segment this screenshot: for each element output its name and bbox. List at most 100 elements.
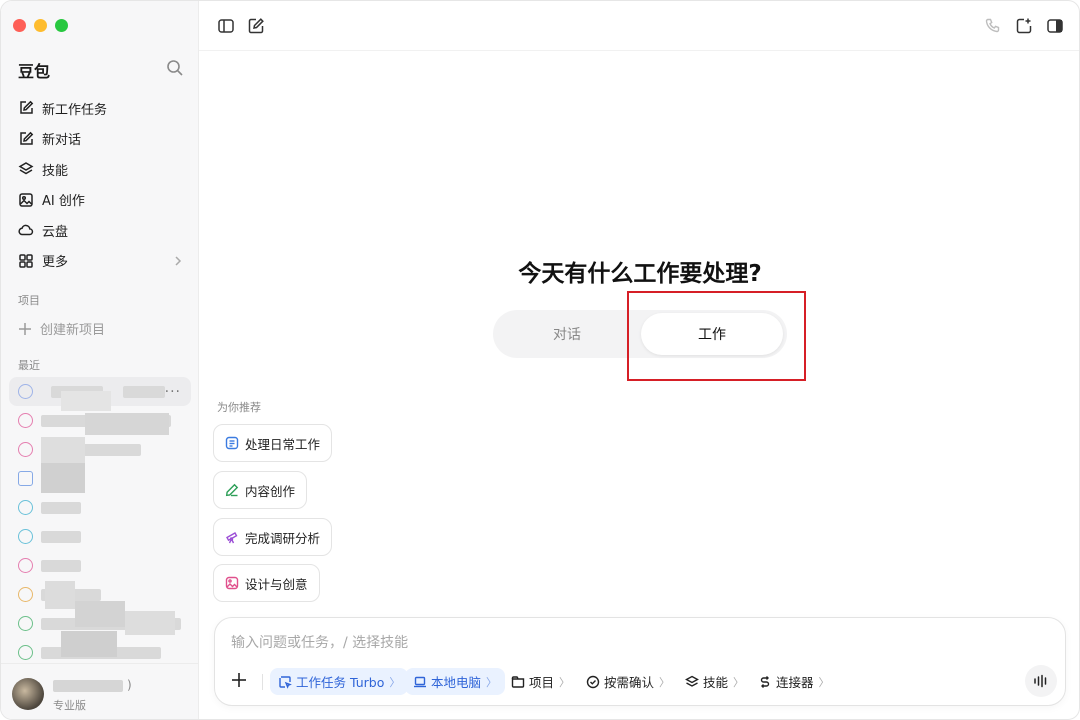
chat-icon bbox=[18, 645, 33, 660]
sidebar-item-more[interactable]: 更多 bbox=[9, 246, 191, 277]
redacted-title bbox=[123, 385, 165, 398]
redacted-title bbox=[41, 501, 81, 514]
grid-icon bbox=[19, 254, 33, 268]
new-chat-icon[interactable] bbox=[247, 17, 265, 35]
telescope-icon bbox=[226, 532, 238, 544]
waveform-icon bbox=[1034, 674, 1047, 688]
sidebar-item-label: 更多 bbox=[42, 255, 69, 271]
edit-icon bbox=[20, 131, 34, 145]
create-project-button[interactable]: 创建新项目 bbox=[18, 319, 105, 338]
right-panel-toggle-icon[interactable] bbox=[1046, 17, 1064, 35]
message-input[interactable] bbox=[231, 632, 1031, 654]
chat-icon bbox=[18, 442, 33, 457]
suggestion-daily-work[interactable]: 处理日常工作 bbox=[213, 424, 333, 462]
skills-button[interactable]: 技能 〉 bbox=[677, 668, 752, 695]
pill-label: 连接器 bbox=[776, 675, 814, 690]
list-item[interactable] bbox=[9, 464, 191, 493]
chat-icon bbox=[18, 529, 33, 544]
chevron-right-icon: 〉 bbox=[559, 675, 571, 689]
pen-icon bbox=[225, 483, 239, 497]
doc-icon bbox=[18, 471, 33, 486]
cloud-icon bbox=[18, 224, 34, 236]
sidebar-item-skills[interactable]: 技能 bbox=[9, 154, 191, 185]
check-circle-icon bbox=[586, 675, 600, 688]
chat-icon bbox=[18, 587, 33, 602]
suggestion-content-creation[interactable]: 内容创作 bbox=[213, 471, 308, 509]
chat-icon bbox=[18, 500, 33, 515]
avatar[interactable] bbox=[12, 678, 44, 710]
link-icon bbox=[760, 675, 770, 688]
new-window-icon[interactable] bbox=[1015, 17, 1033, 35]
suggestion-label: 完成调研分析 bbox=[245, 530, 321, 546]
sidebar-item-label: 新对话 bbox=[42, 133, 82, 149]
user-chevron: ) bbox=[127, 678, 132, 692]
work-task-turbo-button[interactable]: 工作任务 Turbo 〉 bbox=[270, 668, 409, 695]
annotation-highlight-box bbox=[627, 291, 806, 381]
laptop-icon bbox=[414, 676, 426, 687]
divider bbox=[262, 674, 263, 690]
maximize-window-button[interactable] bbox=[55, 19, 68, 32]
chevron-right-icon bbox=[175, 256, 182, 266]
edit-icon bbox=[20, 100, 34, 114]
redacted-title bbox=[41, 530, 81, 543]
redaction-mosaic bbox=[45, 581, 75, 609]
pill-label: 技能 bbox=[703, 675, 729, 690]
chat-icon bbox=[18, 384, 33, 399]
redaction-mosaic bbox=[75, 601, 125, 627]
suggestion-research[interactable]: 完成调研分析 bbox=[213, 518, 333, 556]
create-project-label: 创建新项目 bbox=[40, 323, 106, 338]
sidebar-item-label: AI 创作 bbox=[42, 194, 85, 210]
user-profile[interactable]: ) 专业版 bbox=[1, 663, 199, 719]
voice-input-button[interactable] bbox=[1025, 665, 1057, 697]
suggestion-label: 内容创作 bbox=[245, 483, 296, 499]
sidebar-toggle-icon[interactable] bbox=[217, 17, 235, 35]
plus-icon[interactable] bbox=[230, 671, 248, 689]
sidebar-item-label: 技能 bbox=[42, 163, 69, 179]
layers-icon bbox=[685, 675, 699, 687]
app-title: 豆包 bbox=[18, 62, 51, 81]
sidebar-item-cloud[interactable]: 云盘 bbox=[9, 215, 191, 246]
close-window-button[interactable] bbox=[13, 19, 26, 32]
sidebar-nav: 新工作任务 新对话 技能 AI 创作 云盘 更多 bbox=[9, 93, 191, 276]
app-window: 豆包 新工作任务 新对话 技能 AI 创作 云盘 更多 项目 创建新项目 最近 … bbox=[0, 0, 1080, 720]
confirm-on-demand-button[interactable]: 按需确认 〉 bbox=[578, 668, 678, 695]
topbar-divider bbox=[199, 50, 1079, 51]
more-options-icon[interactable]: ··· bbox=[165, 384, 181, 400]
tab-chat[interactable]: 对话 bbox=[493, 310, 641, 358]
list-item[interactable] bbox=[9, 493, 191, 522]
redaction-mosaic bbox=[85, 413, 169, 435]
phone-icon[interactable] bbox=[984, 17, 1002, 35]
suggestion-label: 处理日常工作 bbox=[245, 436, 321, 452]
sidebar-item-ai-create[interactable]: AI 创作 bbox=[9, 185, 191, 216]
suggestion-label: 设计与创意 bbox=[245, 576, 308, 592]
task-icon bbox=[279, 675, 292, 689]
page-title: 今天有什么工作要处理? bbox=[518, 261, 762, 287]
sidebar-item-new-chat[interactable]: 新对话 bbox=[9, 124, 191, 155]
chevron-right-icon: 〉 bbox=[818, 675, 830, 689]
redaction-mosaic bbox=[41, 463, 85, 493]
projects-section-label: 项目 bbox=[18, 294, 40, 307]
chat-icon bbox=[18, 616, 33, 631]
sidebar-item-label: 新工作任务 bbox=[42, 102, 108, 118]
folder-icon bbox=[511, 675, 525, 688]
picture-icon bbox=[225, 576, 239, 590]
list-item[interactable] bbox=[9, 551, 191, 580]
list-item[interactable] bbox=[9, 522, 191, 551]
doc-icon bbox=[225, 436, 239, 450]
chat-icon bbox=[18, 413, 33, 428]
list-item[interactable] bbox=[9, 435, 191, 464]
search-icon[interactable] bbox=[166, 59, 184, 77]
pill-label: 工作任务 Turbo bbox=[296, 675, 385, 690]
connectors-button[interactable]: 连接器 〉 bbox=[750, 668, 838, 695]
local-computer-button[interactable]: 本地电脑 〉 bbox=[405, 668, 506, 695]
redaction-mosaic bbox=[61, 631, 117, 657]
chevron-right-icon: 〉 bbox=[486, 675, 498, 689]
sidebar-item-new-task[interactable]: 新工作任务 bbox=[9, 93, 191, 124]
project-button[interactable]: 项目 〉 bbox=[503, 668, 578, 695]
suggestion-design[interactable]: 设计与创意 bbox=[213, 564, 320, 602]
recent-section-label: 最近 bbox=[18, 359, 40, 372]
minimize-window-button[interactable] bbox=[34, 19, 47, 32]
chevron-right-icon: 〉 bbox=[659, 675, 671, 689]
composer: 工作任务 Turbo 〉 本地电脑 〉 项目 〉 按需确认 〉 技能 〉 连接器… bbox=[214, 617, 1066, 706]
pill-label: 按需确认 bbox=[604, 675, 655, 690]
